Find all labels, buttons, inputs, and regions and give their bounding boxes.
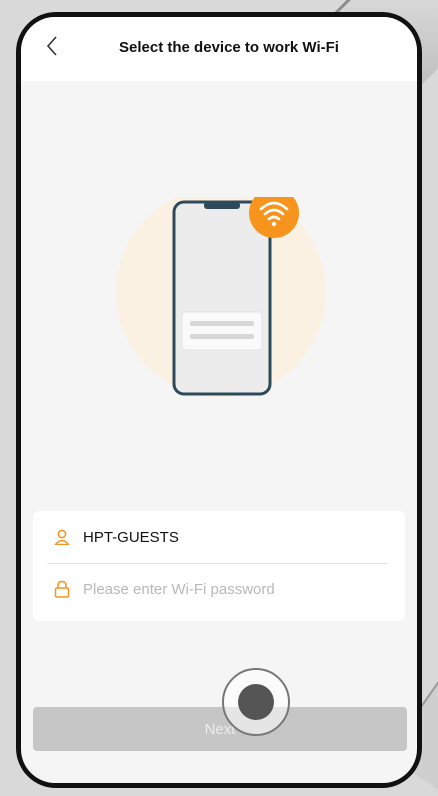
back-chevron-icon bbox=[46, 36, 57, 56]
illustration-phone-body bbox=[172, 200, 272, 396]
illustration-card-line-2 bbox=[190, 334, 254, 339]
user-icon bbox=[53, 528, 71, 546]
app-screen: Select the device to work Wi-Fi HPT-GUES… bbox=[21, 17, 417, 783]
password-input[interactable] bbox=[83, 580, 363, 598]
header: Select the device to work Wi-Fi bbox=[21, 17, 417, 81]
back-button[interactable] bbox=[39, 33, 65, 59]
phone-wifi-illustration bbox=[116, 187, 326, 417]
next-button[interactable]: Next bbox=[33, 707, 407, 751]
illustration-phone-notch bbox=[204, 202, 240, 209]
illustration-card-line-1 bbox=[190, 321, 254, 326]
ssid-row[interactable]: HPT-GUESTS bbox=[33, 511, 405, 563]
touch-indicator-dot bbox=[238, 684, 274, 720]
password-row bbox=[33, 563, 405, 615]
touch-indicator bbox=[222, 668, 290, 736]
phone-frame: Select the device to work Wi-Fi HPT-GUES… bbox=[16, 12, 422, 788]
illustration-card bbox=[181, 311, 263, 351]
wifi-form: HPT-GUESTS bbox=[33, 511, 405, 621]
lock-icon bbox=[53, 580, 71, 598]
ssid-value: HPT-GUESTS bbox=[83, 528, 179, 546]
page-title: Select the device to work Wi-Fi bbox=[119, 39, 339, 56]
